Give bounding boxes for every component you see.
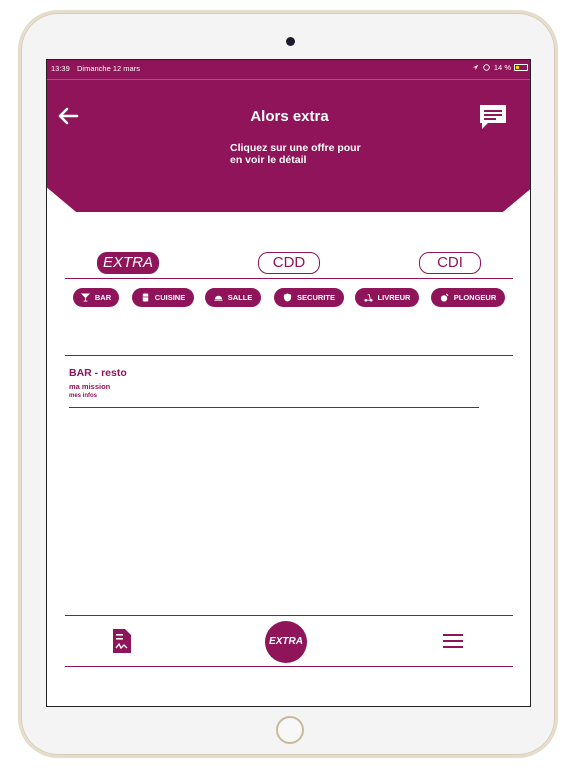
category-bar[interactable]: BAR [73,288,119,307]
camera-dot [286,37,295,46]
contract-document-icon[interactable] [112,628,132,654]
category-label: BAR [94,293,112,302]
lock-rotation-icon [483,64,490,71]
list-divider [65,355,513,356]
tab-extra[interactable]: EXTRA [97,252,159,274]
category-salle[interactable]: SALLE [205,288,261,307]
shield-icon [283,293,292,302]
hamburger-menu-icon[interactable] [443,633,463,649]
category-securite[interactable]: SECURITE [274,288,344,307]
category-plongeur[interactable]: PLONGEUR [431,288,505,307]
fridge-icon [142,293,148,302]
status-bar: 13:39 Dimanche 12 mars 14 % [47,60,530,76]
offer-infos: mes infos [69,393,98,399]
category-label: SECURITE [297,293,335,302]
offer-mission: ma mission [69,382,111,391]
tabs-divider [65,278,513,279]
battery-icon [514,64,528,71]
category-label: PLONGEUR [453,293,497,302]
tab-cdi[interactable]: CDI [419,252,481,274]
message-icon[interactable] [478,103,508,131]
status-divider [47,79,530,80]
app-screen: 13:39 Dimanche 12 mars 14 % Alors extra … [46,59,531,707]
home-button[interactable] [276,716,304,744]
status-date: Dimanche 12 mars [77,64,140,73]
category-label: CUISINE [154,293,186,302]
category-label: SALLE [227,293,253,302]
offer-item[interactable]: BAR - resto ma mission mes infos [69,367,479,408]
cloche-icon [214,295,223,301]
category-label: LIVREUR [377,293,411,302]
status-right: 14 % [472,63,528,72]
dish-icon [440,293,449,302]
location-arrow-icon [472,64,479,71]
cocktail-icon [80,293,90,302]
bottom-nav-bottom-line [65,666,513,667]
bottom-nav-top-line [65,615,513,616]
category-livreur[interactable]: LIVREUR [355,288,419,307]
status-time: 13:39 [51,64,70,73]
battery-percent: 14 % [493,63,511,72]
app-header: 13:39 Dimanche 12 mars 14 % Alors extra … [47,60,530,212]
tab-cdd[interactable]: CDD [258,252,320,274]
extra-home-button[interactable]: EXTRA [265,621,307,663]
category-cuisine[interactable]: CUISINE [132,288,194,307]
page-subtitle: Cliquez sur une offre pour en voir le dé… [230,142,361,166]
page-title: Alors extra [250,108,329,125]
offer-title: BAR - resto [69,367,127,379]
scooter-icon [363,294,373,302]
